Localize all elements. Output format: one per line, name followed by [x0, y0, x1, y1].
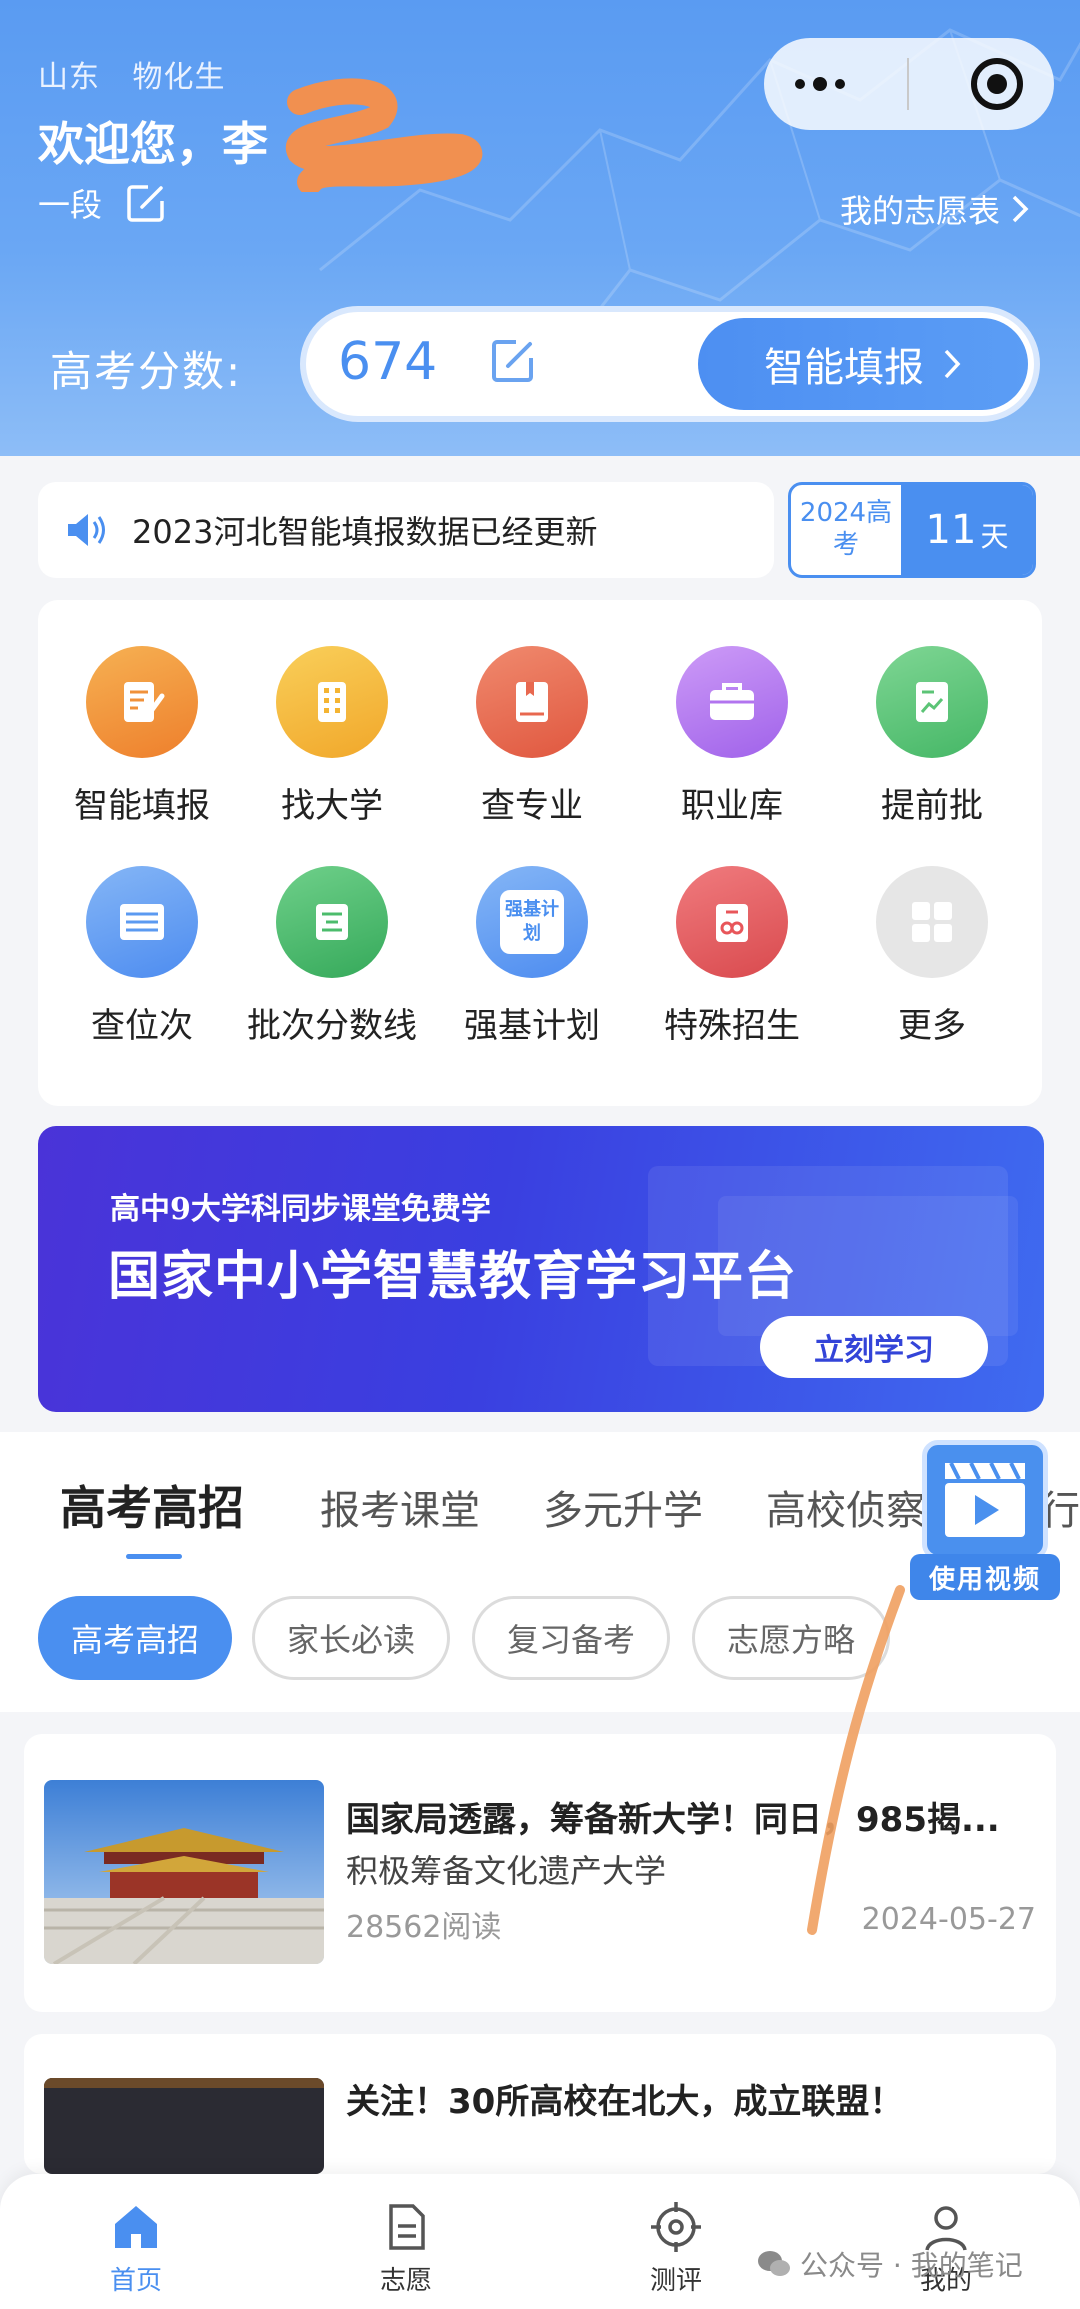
- article-thumbnail: [44, 2078, 324, 2174]
- chevron-right-icon: [1012, 195, 1029, 223]
- feature-label: 找大学: [281, 786, 383, 826]
- document-icon: [389, 2204, 425, 2250]
- special-icon: [676, 866, 788, 978]
- crosshair-icon: [651, 2202, 701, 2252]
- feature-label: 特殊招生: [664, 1006, 800, 1046]
- exam-countdown: 2024高考 11 天: [788, 482, 1036, 578]
- feature-label: 提前批: [881, 786, 983, 826]
- nav-label: 首页: [109, 2266, 162, 2296]
- bottom-nav: 首页 志愿 测评 我的: [0, 2174, 1080, 2309]
- feature-rank-lookup[interactable]: 查位次: [42, 866, 242, 1076]
- feature-label: 查位次: [91, 1006, 193, 1046]
- countdown-unit: 天: [980, 520, 1009, 553]
- score-value[interactable]: 674: [338, 332, 437, 392]
- article-thumbnail: [44, 1780, 324, 1964]
- score-edit-icon[interactable]: [488, 336, 538, 386]
- briefcase-icon: [676, 646, 788, 758]
- tab-gaokao[interactable]: 高考高招: [60, 1472, 244, 1538]
- chip-gaokao[interactable]: 高考高招: [38, 1596, 232, 1680]
- my-list-link[interactable]: 我的志愿表: [840, 186, 1030, 232]
- feature-find-university[interactable]: 找大学: [232, 646, 432, 856]
- article-desc: 积极筹备文化遗产大学: [346, 1852, 667, 1890]
- feature-more[interactable]: 更多: [832, 866, 1032, 1076]
- feature-label: 批次分数线: [247, 1006, 417, 1046]
- province: 山东: [38, 60, 100, 95]
- feature-smart-fill[interactable]: 智能填报: [42, 646, 242, 856]
- feature-label: 强基计划: [464, 1006, 600, 1046]
- banner-title: 国家中小学智慧教育学习平台: [108, 1246, 798, 1307]
- chip-parents[interactable]: 家长必读: [252, 1596, 450, 1680]
- tab-indicator: [126, 1554, 182, 1559]
- countdown-label: 2024高考: [799, 498, 893, 560]
- nav-home[interactable]: 首页: [76, 2200, 196, 2297]
- annotation-stroke: [807, 1585, 905, 1935]
- form-edit-icon: [86, 646, 198, 758]
- header: 山东 物化生 欢迎您，李 一段 我的志愿表 高考分数: 674 智能填报: [0, 0, 1080, 456]
- feature-label: 更多: [898, 1006, 966, 1046]
- watermark-text: 公众号 · 我的笔记: [800, 2249, 1023, 2282]
- subjects: 物化生: [132, 60, 226, 95]
- video-label: 使用视频: [910, 1554, 1060, 1600]
- watermark: 公众号 · 我的笔记: [756, 2244, 1023, 2284]
- feature-special-admission[interactable]: 特殊招生: [632, 866, 832, 1076]
- feature-strong-foundation[interactable]: 强基计划 强基计划: [432, 866, 632, 1076]
- feature-career-library[interactable]: 职业库: [632, 646, 832, 856]
- nav-label: 志愿: [379, 2266, 432, 2296]
- feature-label: 查专业: [481, 786, 583, 826]
- nav-label: 测评: [649, 2266, 702, 2296]
- score-label: 高考分数:: [50, 347, 243, 396]
- banner-subtitle: 高中9大学科同步课堂免费学: [110, 1192, 491, 1227]
- feature-label: 职业库: [681, 786, 783, 826]
- countdown-days-box: 11 天: [901, 485, 1033, 575]
- more-dots-icon[interactable]: [795, 77, 845, 91]
- smart-fill-label: 智能填报: [764, 345, 924, 391]
- my-list-label: 我的志愿表: [839, 192, 1000, 230]
- wechat-icon: [758, 2251, 790, 2276]
- nav-assessment[interactable]: 测评: [616, 2200, 736, 2297]
- learn-now-button[interactable]: 立刻学习: [760, 1316, 988, 1378]
- redaction-scribble: [285, 78, 483, 192]
- speaker-icon: [68, 514, 105, 546]
- chevron-right-icon: [944, 349, 961, 379]
- level-text: 一段: [38, 186, 103, 224]
- nav-volunteer[interactable]: 志愿: [346, 2200, 466, 2297]
- feature-grid: 智能填报 找大学 查专业 职业库 提前批 查位次 批次分数线 强基计划 强基计划…: [38, 600, 1042, 1106]
- notice-text: 2023河北智能填报数据已经更新: [132, 513, 598, 551]
- welcome-text: 欢迎您，李: [38, 117, 268, 171]
- edit-icon[interactable]: [124, 181, 168, 225]
- countdown-days: 11: [925, 507, 977, 553]
- building-icon: [276, 646, 388, 758]
- article-card[interactable]: 关注！30所高校在北大，成立联盟！: [24, 2034, 1056, 2174]
- region-info: 山东 物化生: [38, 52, 248, 96]
- chip-review[interactable]: 复习备考: [472, 1596, 670, 1680]
- feature-label: 智能填报: [74, 786, 210, 826]
- close-target-icon[interactable]: [971, 58, 1023, 110]
- tab-course[interactable]: 报考课堂: [320, 1478, 480, 1536]
- app-page: 山东 物化生 欢迎您，李 一段 我的志愿表 高考分数: 674 智能填报 202…: [0, 0, 1080, 2309]
- notice-bar[interactable]: 2023河北智能填报数据已经更新: [38, 482, 774, 578]
- smart-fill-button[interactable]: 智能填报: [698, 318, 1028, 410]
- promo-banner[interactable]: 高中9大学科同步课堂免费学 国家中小学智慧教育学习平台 立刻学习: [38, 1126, 1044, 1412]
- video-play-icon: [922, 1440, 1048, 1560]
- lines-icon: [276, 866, 388, 978]
- article-title: 关注！30所高校在北大，成立联盟！: [346, 2082, 904, 2122]
- capsule-divider: [907, 58, 909, 110]
- chart-doc-icon: [876, 646, 988, 758]
- qiangji-icon: 强基计划: [476, 866, 588, 978]
- home-icon: [115, 2206, 157, 2248]
- list-icon: [86, 866, 198, 978]
- article-reads: 28562阅读: [346, 1910, 502, 1945]
- more-grid-icon: [876, 866, 988, 978]
- qiangji-icon-text: 强基计划: [500, 890, 564, 954]
- level-row[interactable]: 一段: [38, 180, 168, 226]
- tab-diverse[interactable]: 多元升学: [543, 1478, 703, 1536]
- feature-search-major[interactable]: 查专业: [432, 646, 632, 856]
- article-title: 国家局透露，筹备新大学！同日，985揭...: [346, 1800, 1000, 1840]
- feature-early-batch[interactable]: 提前批: [832, 646, 1032, 856]
- feature-batch-score-line[interactable]: 批次分数线: [232, 866, 432, 1076]
- mini-program-capsule: [764, 38, 1054, 130]
- book-icon: [476, 646, 588, 758]
- usage-video-button[interactable]: 使用视频: [910, 1440, 1060, 1606]
